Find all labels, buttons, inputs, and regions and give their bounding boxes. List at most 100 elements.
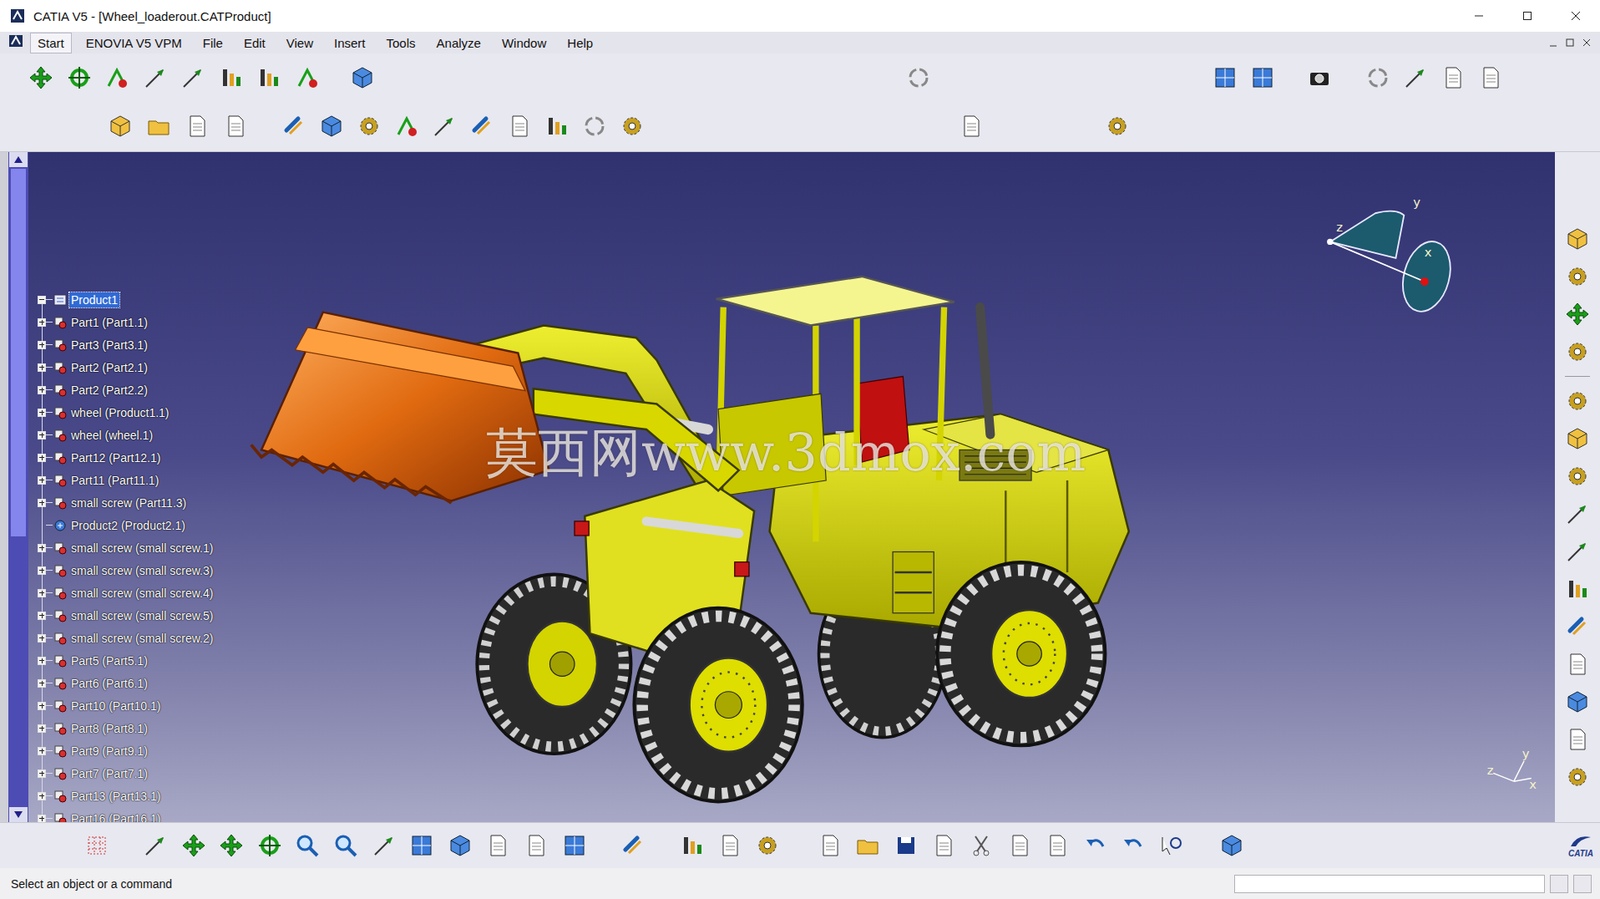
tree-label[interactable]: Part5 (Part5.1) [69,653,150,669]
expand-toggle[interactable] [37,724,46,733]
bars-icon[interactable] [253,62,284,93]
move-icon[interactable] [178,830,209,861]
tree-label[interactable]: Product1 [69,292,120,308]
doc-minimize-icon[interactable] [1546,35,1560,50]
menu-item[interactable]: Start [30,32,72,54]
doc-icon[interactable] [956,111,987,142]
arrow-icon[interactable] [177,62,208,93]
folder-icon[interactable] [143,111,174,142]
view-icon[interactable] [1210,62,1241,93]
tree-label[interactable]: Part1 (Part1.1) [69,314,150,330]
zoom-icon[interactable] [292,830,323,861]
tree-label[interactable]: wheel (Product1.1) [69,405,172,421]
folder-icon[interactable] [852,830,883,861]
expand-toggle[interactable] [37,318,46,327]
doc-icon[interactable] [521,830,552,861]
command-input[interactable] [1234,874,1545,893]
expand-toggle[interactable] [37,453,46,462]
tree-item[interactable]: Part2 (Part2.1) [33,355,215,379]
tree-item[interactable]: small screw (small screw.3) [33,558,215,582]
grid-icon[interactable] [81,830,112,861]
menu-item[interactable]: View [279,33,320,53]
gear-icon[interactable] [1562,336,1593,367]
start-menu-icon[interactable] [8,34,24,51]
doc-icon[interactable] [815,830,846,861]
tree-item[interactable]: Part1 (Part1.1) [33,310,215,334]
arrow-icon[interactable] [429,111,460,142]
gear-icon[interactable] [617,111,648,142]
tree-label[interactable]: small screw (small screw.5) [69,607,215,623]
doc-icon[interactable] [1562,724,1593,755]
tree-label[interactable]: Part13 (Part13.1) [69,788,163,804]
expand-toggle[interactable] [37,814,46,823]
tree-label[interactable]: Part7 (Part7.1) [69,765,150,781]
tree-scrollbar[interactable] [8,151,29,822]
gear-icon[interactable] [1562,761,1593,792]
view-icon[interactable] [1247,62,1278,93]
menu-item[interactable]: Insert [327,33,373,53]
3d-viewport[interactable]: yzxyzx Product1Part1 (Part1.1)Part3 (Par… [28,151,1555,822]
tree-item[interactable]: Part10 (Part10.1) [33,693,215,717]
expand-toggle[interactable] [37,385,46,395]
expand-toggle[interactable] [37,791,46,800]
expand-toggle[interactable] [37,543,46,552]
expand-toggle[interactable] [37,363,46,372]
arrow-icon[interactable] [140,830,171,861]
view-icon[interactable] [406,830,437,861]
expand-toggle[interactable] [37,430,46,440]
status-button[interactable] [1549,874,1569,893]
doc-icon[interactable] [1004,830,1035,861]
link-icon[interactable] [617,830,649,861]
expand-toggle[interactable] [37,340,46,350]
arrow-icon[interactable] [140,62,171,93]
doc-icon[interactable] [482,830,513,861]
arrow-icon[interactable] [1562,536,1593,567]
menu-item[interactable]: Edit [237,33,273,53]
tree-label[interactable]: Part10 (Part10.1) [69,698,163,714]
tree-label[interactable]: Product2 (Product2.1) [69,517,188,533]
camera-icon[interactable] [1304,62,1335,93]
doc-icon[interactable] [504,111,535,142]
tree-item[interactable]: Part11 (Part11.1) [33,468,215,492]
scroll-up-icon[interactable] [9,151,28,168]
doc-icon[interactable] [1437,62,1469,93]
tree-item[interactable]: Part12 (Part12.1) [33,445,215,469]
link-icon[interactable] [1562,611,1593,642]
undo-icon[interactable] [1080,830,1111,861]
tree-label[interactable]: small screw (small screw.4) [69,585,215,601]
tree-label[interactable]: wheel (wheel.1) [69,427,155,443]
bluecube-icon[interactable] [1216,830,1247,861]
doc-icon[interactable] [928,830,959,861]
tree-item[interactable]: wheel (wheel.1) [33,423,215,446]
tree-item[interactable]: Part13 (Part13.1) [33,784,215,807]
expand-toggle[interactable] [37,633,46,643]
link-icon[interactable] [278,111,309,142]
tree-label[interactable]: Part2 (Part2.1) [69,359,150,375]
menu-item[interactable]: Help [560,33,600,53]
arrow-icon[interactable] [1562,498,1593,529]
move-icon[interactable] [1562,298,1593,330]
cut-icon[interactable] [966,830,997,861]
compass[interactable] [1326,211,1459,317]
tree-item[interactable]: Part8 (Part8.1) [33,716,215,740]
rotate-icon[interactable] [64,62,95,93]
expand-toggle[interactable] [37,408,46,417]
tree-item[interactable]: Part16 (Part16.1) [33,806,215,822]
minimize-button[interactable] [1454,0,1504,32]
tree-label[interactable]: Part8 (Part8.1) [69,720,150,736]
snap-icon[interactable] [101,62,132,93]
gear-icon[interactable] [354,111,385,142]
tree-item[interactable]: Part2 (Part2.2) [33,378,215,401]
gear-icon[interactable] [1102,111,1133,142]
doc-icon[interactable] [182,111,213,142]
expand-toggle[interactable] [37,475,46,485]
bluecube-icon[interactable] [347,62,378,93]
snap-icon[interactable] [292,62,323,93]
expand-toggle[interactable] [37,498,46,507]
cube-icon[interactable] [1562,223,1593,254]
arrow-icon[interactable] [369,830,400,861]
expand-toggle[interactable] [37,295,46,304]
link-icon[interactable] [466,111,497,142]
tree-label[interactable]: small screw (small screw.2) [69,630,215,646]
tree-item[interactable]: small screw (small screw.5) [33,603,215,627]
